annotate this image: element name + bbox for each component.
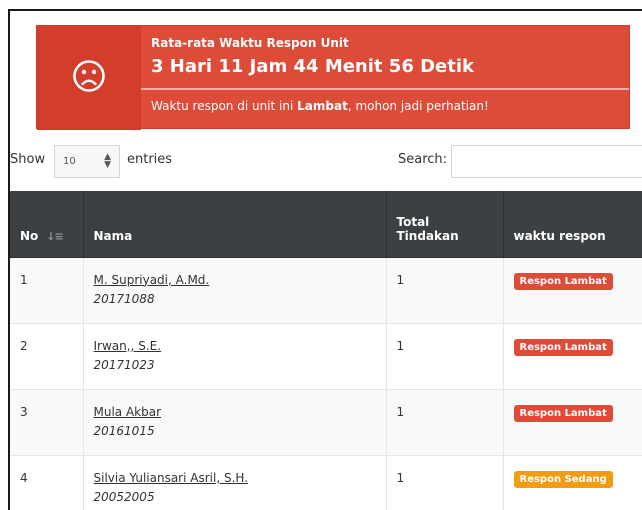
cell-status: Respon Lambat xyxy=(503,257,642,324)
column-header-waktu-respon[interactable]: waktu respon xyxy=(503,191,642,258)
staff-name-link[interactable]: M. Supriyadi, A.Md. xyxy=(94,273,376,287)
staff-name-link[interactable]: Irwan,, S.E. xyxy=(94,339,376,353)
cell-total: 1 xyxy=(386,257,504,324)
column-header-total-line1: Total xyxy=(396,214,430,229)
alert-message-prefix: Waktu respon di unit ini xyxy=(151,99,298,113)
cell-no: 3 xyxy=(10,389,84,456)
status-badge: Respon Lambat xyxy=(513,404,613,422)
alert-subtitle: Rata-rata Waktu Respon Unit xyxy=(151,36,349,50)
cell-status: Respon Sedang xyxy=(503,455,642,510)
table-row: 3 Mula Akbar 20161015 1 Respon Lambat xyxy=(10,389,642,456)
entries-length-value: 10 xyxy=(63,156,76,167)
search-label: Search: xyxy=(398,152,448,167)
column-header-no[interactable]: No ↓≡ xyxy=(10,191,84,258)
response-time-alert: Rata-rata Waktu Respon Unit 3 Hari 11 Ja… xyxy=(36,25,630,130)
alert-message-emphasis: Lambat xyxy=(297,99,348,113)
cell-nama: M. Supriyadi, A.Md. 20171088 xyxy=(83,257,387,324)
column-header-total-tindakan[interactable]: Total Tindakan xyxy=(386,191,504,258)
cell-nama: Irwan,, S.E. 20171023 xyxy=(83,323,387,390)
entries-label: entries xyxy=(127,152,173,167)
cell-nama: Mula Akbar 20161015 xyxy=(83,389,387,456)
entries-length-select[interactable]: 10 ▲ ▼ xyxy=(54,145,120,178)
cell-total: 1 xyxy=(386,455,504,510)
cell-nama: Silvia Yuliansari Asril, S.H. 20052005 xyxy=(83,455,387,510)
alert-message: Waktu respon di unit ini Lambat, mohon j… xyxy=(151,99,489,113)
cell-no: 1 xyxy=(10,257,84,324)
status-badge: Respon Lambat xyxy=(513,272,613,290)
staff-nip: 20171023 xyxy=(93,357,155,372)
status-badge: Respon Lambat xyxy=(513,338,613,356)
column-header-nama[interactable]: Nama xyxy=(83,191,387,258)
alert-message-suffix: , mohon jadi perhatian! xyxy=(347,99,489,113)
cell-total: 1 xyxy=(386,389,504,456)
alert-icon-area xyxy=(37,26,141,130)
sort-ascending-icon[interactable]: ↓≡ xyxy=(46,230,63,243)
show-label: Show xyxy=(10,152,46,167)
cell-status: Respon Lambat xyxy=(503,389,642,456)
table-header-row: No ↓≡ Nama Total Tindakan waktu respon xyxy=(10,191,642,258)
alert-divider xyxy=(141,88,629,90)
cell-no: 4 xyxy=(10,455,84,510)
table-row: 1 M. Supriyadi, A.Md. 20171088 1 Respon … xyxy=(10,257,642,324)
column-header-total-line2: Tindakan xyxy=(396,228,459,243)
staff-nip: 20052005 xyxy=(93,489,155,504)
staff-nip: 20171088 xyxy=(93,291,155,306)
table-row: 4 Silvia Yuliansari Asril, S.H. 20052005… xyxy=(10,455,642,510)
alert-title: 3 Hari 11 Jam 44 Menit 56 Detik xyxy=(151,56,474,77)
search-input[interactable] xyxy=(451,145,642,178)
sad-face-icon xyxy=(72,59,106,97)
cell-status: Respon Lambat xyxy=(503,323,642,390)
staff-name-link[interactable]: Silvia Yuliansari Asril, S.H. xyxy=(94,471,376,485)
alert-text-area: Rata-rata Waktu Respon Unit 3 Hari 11 Ja… xyxy=(141,26,629,128)
column-header-no-label: No xyxy=(20,228,39,243)
table-row: 2 Irwan,, S.E. 20171023 1 Respon Lambat xyxy=(10,323,642,390)
cell-total: 1 xyxy=(386,323,504,390)
staff-name-link[interactable]: Mula Akbar xyxy=(94,405,376,419)
select-arrows-icon: ▲ ▼ xyxy=(104,152,111,170)
status-badge: Respon Sedang xyxy=(513,470,613,488)
cell-no: 2 xyxy=(10,323,84,390)
staff-response-table: No ↓≡ Nama Total Tindakan waktu respon 1 M… xyxy=(10,191,642,510)
content-frame: Rata-rata Waktu Respon Unit 3 Hari 11 Ja… xyxy=(8,9,642,510)
staff-nip: 20161015 xyxy=(93,423,155,438)
